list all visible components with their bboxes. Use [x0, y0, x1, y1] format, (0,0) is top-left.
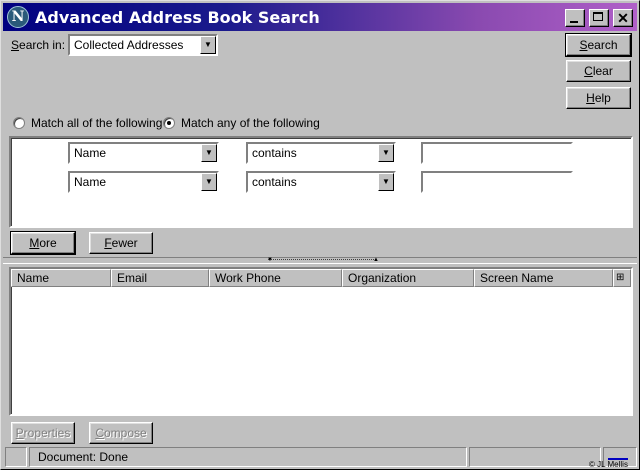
status-empty-cell — [469, 447, 601, 467]
match-all-label: Match all of the following — [31, 116, 163, 130]
column-header-name[interactable]: Name — [11, 269, 111, 287]
criteria-field-value: Name — [74, 175, 107, 189]
criteria-operator-value: contains — [252, 175, 297, 189]
chevron-down-icon[interactable]: ▼ — [201, 173, 217, 191]
criteria-value-input[interactable] — [421, 142, 573, 164]
chevron-down-icon[interactable]: ▼ — [201, 144, 217, 162]
criteria-operator-dropdown[interactable]: contains ▼ — [246, 142, 396, 164]
security-status-cell[interactable] — [5, 447, 27, 467]
connection-icon — [608, 452, 628, 460]
chevron-down-icon[interactable]: ▼ — [200, 36, 216, 54]
criteria-field-value: Name — [74, 146, 107, 160]
help-button[interactable]: Help — [566, 87, 631, 109]
search-in-label: Search in: — [11, 38, 66, 52]
criteria-value-input[interactable] — [421, 171, 573, 193]
match-all-radio[interactable] — [13, 117, 25, 129]
minimize-icon — [570, 21, 578, 23]
maximize-icon — [593, 12, 603, 21]
criteria-operator-dropdown[interactable]: contains ▼ — [246, 171, 396, 193]
close-button[interactable]: ✕ — [613, 9, 633, 27]
match-any-radio[interactable] — [163, 117, 175, 129]
criteria-field-dropdown[interactable]: Name ▼ — [68, 171, 219, 193]
status-text-cell: Document: Done — [29, 447, 467, 467]
clear-button[interactable]: Clear — [566, 60, 631, 82]
properties-button[interactable]: Properties — [11, 422, 75, 444]
minimize-button[interactable] — [565, 9, 585, 27]
close-icon: ✕ — [617, 10, 629, 26]
column-header-organization[interactable]: Organization — [342, 269, 474, 287]
splitter-bar[interactable]: ▼ ▲ — [3, 257, 637, 264]
chevron-down-icon[interactable]: ▼ — [378, 144, 394, 162]
maximize-button[interactable] — [589, 9, 609, 27]
column-picker-icon[interactable]: ⊞ — [613, 269, 631, 287]
match-any-label: Match any of the following — [181, 116, 320, 130]
watermark: © JL Mellis — [589, 460, 628, 469]
title-bar[interactable]: N Advanced Address Book Search ✕ — [3, 3, 637, 31]
window-title: Advanced Address Book Search — [35, 8, 320, 27]
search-in-dropdown[interactable]: Collected Addresses ▼ — [68, 34, 218, 56]
column-header-email[interactable]: Email — [111, 269, 209, 287]
fewer-button[interactable]: Fewer — [89, 232, 153, 254]
netscape-logo-icon[interactable]: N — [7, 6, 29, 28]
column-header-work-phone[interactable]: Work Phone — [209, 269, 342, 287]
results-list[interactable] — [9, 267, 633, 416]
expand-arrow-icon[interactable]: ▲ — [373, 257, 379, 263]
search-window: N Advanced Address Book Search ✕ Search … — [0, 0, 640, 470]
column-header-screen-name[interactable]: Screen Name — [474, 269, 613, 287]
collapse-arrow-icon[interactable]: ▼ — [267, 257, 273, 263]
criteria-field-dropdown[interactable]: Name ▼ — [68, 142, 219, 164]
search-button[interactable]: Search — [565, 33, 632, 57]
compose-button[interactable]: Compose — [89, 422, 153, 444]
criteria-operator-value: contains — [252, 146, 297, 160]
splitter-grip-icon — [268, 259, 376, 263]
chevron-down-icon[interactable]: ▼ — [378, 173, 394, 191]
search-in-value: Collected Addresses — [74, 38, 184, 52]
more-button[interactable]: More — [10, 231, 76, 255]
status-text: Document: Done — [38, 450, 129, 464]
